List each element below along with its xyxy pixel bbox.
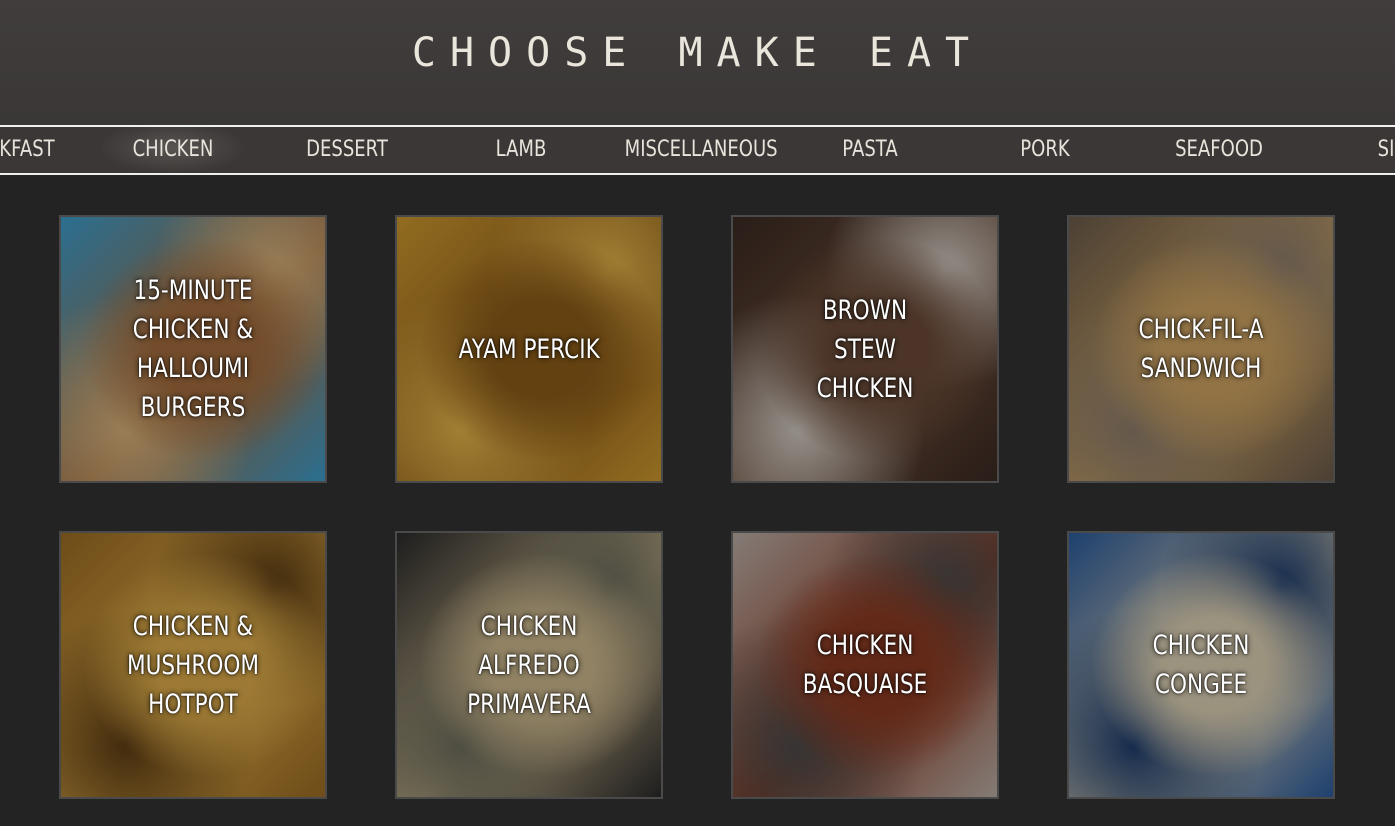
recipe-grid: 15-MINUTE CHICKEN & HALLOUMI BURGERS AYAM… [0, 175, 1395, 826]
recipe-title-text: CHICKEN & MUSHROOM HOTPOT [126, 610, 260, 720]
nav-item-miscellaneous[interactable]: MISCELLANEOUS [625, 127, 778, 173]
recipe-title: BROWN STEW CHICKEN [733, 217, 997, 481]
recipe-title-text: AYAM PERCIK [458, 333, 600, 365]
nav-item-lamb[interactable]: LAMB [450, 127, 593, 173]
recipe-card[interactable]: AYAM PERCIK [395, 215, 663, 483]
recipe-title-text: CHICK-FIL-A SANDWICH [1138, 314, 1264, 384]
nav-item-pasta[interactable]: PASTA [799, 127, 942, 173]
site-title[interactable]: CHOOSE MAKE EAT [0, 30, 1395, 76]
recipe-card[interactable]: CHICKEN BASQUAISE [731, 531, 999, 799]
nav-item-sid[interactable]: SID [1322, 127, 1395, 173]
recipe-title-text: CHICKEN ALFREDO PRIMAVERA [467, 610, 591, 720]
recipe-title: CHICK-FIL-A SANDWICH [1069, 217, 1333, 481]
recipe-title: AYAM PERCIK [397, 217, 661, 481]
recipe-card[interactable]: CHICKEN ALFREDO PRIMAVERA [395, 531, 663, 799]
recipe-card[interactable]: BROWN STEW CHICKEN [731, 215, 999, 483]
nav-item-dessert[interactable]: DESSERT [276, 127, 419, 173]
recipe-card[interactable]: 15-MINUTE CHICKEN & HALLOUMI BURGERS [59, 215, 327, 483]
recipe-card[interactable]: CHICKEN CONGEE [1067, 531, 1335, 799]
recipe-title-text: 15-MINUTE CHICKEN & HALLOUMI BURGERS [132, 275, 254, 423]
recipe-card[interactable]: CHICK-FIL-A SANDWICH [1067, 215, 1335, 483]
recipe-title: CHICKEN ALFREDO PRIMAVERA [397, 533, 661, 797]
recipe-title: CHICKEN BASQUAISE [733, 533, 997, 797]
recipe-card[interactable]: CHICKEN & MUSHROOM HOTPOT [59, 531, 327, 799]
recipe-title: CHICKEN CONGEE [1069, 533, 1333, 797]
nav-item-seafood[interactable]: SEAFOOD [1148, 127, 1291, 173]
nav-item-pork[interactable]: PORK [974, 127, 1117, 173]
recipe-title: CHICKEN & MUSHROOM HOTPOT [61, 533, 325, 797]
nav-item-kfast[interactable]: KFAST [0, 127, 98, 173]
recipe-title: 15-MINUTE CHICKEN & HALLOUMI BURGERS [61, 217, 325, 481]
recipe-title-text: CHICKEN BASQUAISE [802, 630, 928, 700]
nav-item-chicken[interactable]: CHICKEN [101, 127, 245, 173]
recipe-title-text: CHICKEN CONGEE [1152, 630, 1250, 700]
site-header: CHOOSE MAKE EAT [0, 0, 1395, 125]
recipe-title-text: BROWN STEW CHICKEN [816, 294, 914, 404]
category-nav: KFAST CHICKEN DESSERT LAMB MISCELLANEOUS PAST… [0, 125, 1395, 175]
